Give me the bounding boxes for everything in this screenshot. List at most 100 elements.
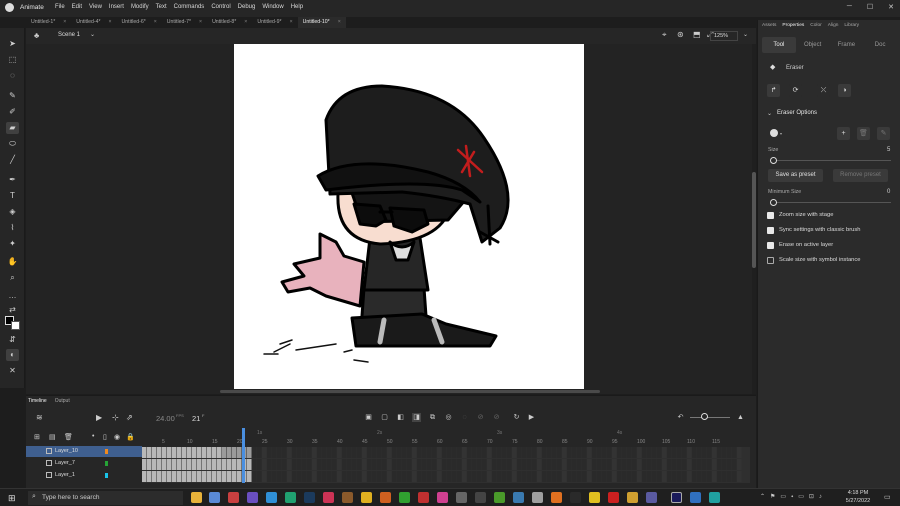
frame-cell[interactable] xyxy=(457,459,462,470)
doc-tab[interactable]: Untitled-7* × xyxy=(162,17,207,28)
frame-cell[interactable] xyxy=(187,459,192,470)
frame-cell[interactable] xyxy=(607,459,612,470)
layers-stack-icon[interactable]: ≋ xyxy=(36,413,43,422)
app-icon-19[interactable] xyxy=(532,492,543,503)
close-icon[interactable]: × xyxy=(244,19,247,26)
frame-cell[interactable] xyxy=(462,459,467,470)
frame-cell[interactable] xyxy=(667,459,672,470)
panel-tab-assets[interactable]: Assets xyxy=(762,23,776,28)
panel-tab-properties[interactable]: Properties xyxy=(782,23,804,28)
mountain-icon[interactable]: ▲ xyxy=(736,413,745,422)
frame-cell[interactable] xyxy=(587,471,592,482)
hand-tool-icon[interactable]: ✋ xyxy=(6,256,19,268)
frame-cell[interactable] xyxy=(622,471,627,482)
frame-cell[interactable] xyxy=(432,459,437,470)
frame-cell[interactable] xyxy=(467,459,472,470)
app-icon-23[interactable] xyxy=(608,492,619,503)
frame-cell[interactable] xyxy=(527,459,532,470)
app-icon-17[interactable] xyxy=(494,492,505,503)
object-drawing-icon[interactable]: ⇵ xyxy=(6,334,19,346)
subtab-tool[interactable]: Tool xyxy=(762,37,796,53)
add-preset-icon[interactable]: + xyxy=(837,127,850,140)
frame-cell[interactable] xyxy=(157,459,162,470)
frame-cell[interactable] xyxy=(207,471,212,482)
frame-cell[interactable] xyxy=(282,471,287,482)
frame-cell[interactable] xyxy=(722,447,727,458)
app-icon-11[interactable] xyxy=(380,492,391,503)
center-stage-icon[interactable]: ⌖ xyxy=(662,30,667,40)
frame-cell[interactable] xyxy=(497,447,502,458)
size-slider[interactable] xyxy=(770,157,891,164)
frame-cell[interactable] xyxy=(327,459,332,470)
frame-cell[interactable] xyxy=(447,471,452,482)
frame-cell[interactable] xyxy=(252,447,257,458)
frame-cell[interactable] xyxy=(717,447,722,458)
frame-cell[interactable] xyxy=(442,459,447,470)
menu-modify[interactable]: Modify xyxy=(131,4,149,10)
frame-cell[interactable] xyxy=(687,447,692,458)
frame-cell[interactable] xyxy=(157,471,162,482)
frame-cell[interactable] xyxy=(617,471,622,482)
frame-cell[interactable] xyxy=(632,447,637,458)
layer-color[interactable] xyxy=(105,449,108,454)
frame-cell[interactable] xyxy=(592,459,597,470)
frame-cell[interactable] xyxy=(392,471,397,482)
frame-cell[interactable] xyxy=(462,471,467,482)
frame-cell[interactable] xyxy=(642,447,647,458)
app-icon-2[interactable] xyxy=(209,492,220,503)
frame-cell[interactable] xyxy=(602,447,607,458)
frame-cell[interactable] xyxy=(392,459,397,470)
frame-cell[interactable] xyxy=(597,459,602,470)
frame-cell[interactable] xyxy=(682,447,687,458)
frame-cell[interactable] xyxy=(232,459,237,470)
frame-cell[interactable] xyxy=(337,459,342,470)
frame-cell[interactable] xyxy=(622,447,627,458)
frame-cell[interactable] xyxy=(252,459,257,470)
frame-cell[interactable] xyxy=(447,447,452,458)
frame-cells[interactable] xyxy=(142,447,750,483)
app-icon-27[interactable] xyxy=(690,492,701,503)
frame-cell[interactable] xyxy=(572,447,577,458)
frame-cell[interactable] xyxy=(412,471,417,482)
frame-cell[interactable] xyxy=(172,459,177,470)
close-icon[interactable]: × xyxy=(154,19,157,26)
frame-cell[interactable] xyxy=(422,447,427,458)
blender-icon[interactable] xyxy=(551,492,562,503)
frame-cell[interactable] xyxy=(367,459,372,470)
frame-cell[interactable] xyxy=(682,471,687,482)
frame-cell[interactable] xyxy=(202,471,207,482)
frame-cell[interactable] xyxy=(597,471,602,482)
frame-cell[interactable] xyxy=(322,459,327,470)
frame-cell[interactable] xyxy=(407,459,412,470)
frame-cell[interactable] xyxy=(387,447,392,458)
frame-cell[interactable] xyxy=(522,447,527,458)
horizontal-scrollbar[interactable] xyxy=(220,390,600,393)
frame-cell[interactable] xyxy=(287,459,292,470)
eraser-tool-icon[interactable]: ▰ xyxy=(6,122,19,134)
frame-grid[interactable] xyxy=(142,447,750,483)
chrome-icon[interactable] xyxy=(627,492,638,503)
frame-cell[interactable] xyxy=(462,447,467,458)
frame-cell[interactable] xyxy=(302,471,307,482)
edit-preset-icon[interactable]: ✎ xyxy=(877,127,890,140)
frame-cell[interactable] xyxy=(297,471,302,482)
frame-cell[interactable] xyxy=(222,471,227,482)
doc-tab[interactable]: Untitled-4* × xyxy=(71,17,116,28)
parenting-icon[interactable]: ⊹ xyxy=(112,413,119,422)
free-transform-tool-icon[interactable]: ⬚ xyxy=(6,54,19,66)
frame-cell[interactable] xyxy=(237,471,242,482)
swap-colors-icon[interactable]: ⇄ xyxy=(6,304,19,316)
frame-cell[interactable] xyxy=(332,459,337,470)
frame-cell[interactable] xyxy=(662,459,667,470)
frame-cell[interactable] xyxy=(442,447,447,458)
option-checkbox[interactable] xyxy=(767,257,774,264)
timeline-zoom-knob[interactable] xyxy=(701,413,708,420)
frame-cell[interactable] xyxy=(477,447,482,458)
text-tool-icon[interactable]: T xyxy=(6,190,19,202)
frame-cell[interactable] xyxy=(412,459,417,470)
frame-cell[interactable] xyxy=(412,447,417,458)
frame-cell[interactable] xyxy=(162,447,167,458)
frame-cell[interactable] xyxy=(617,447,622,458)
frame-cell[interactable] xyxy=(372,471,377,482)
frame-cell[interactable] xyxy=(612,447,617,458)
